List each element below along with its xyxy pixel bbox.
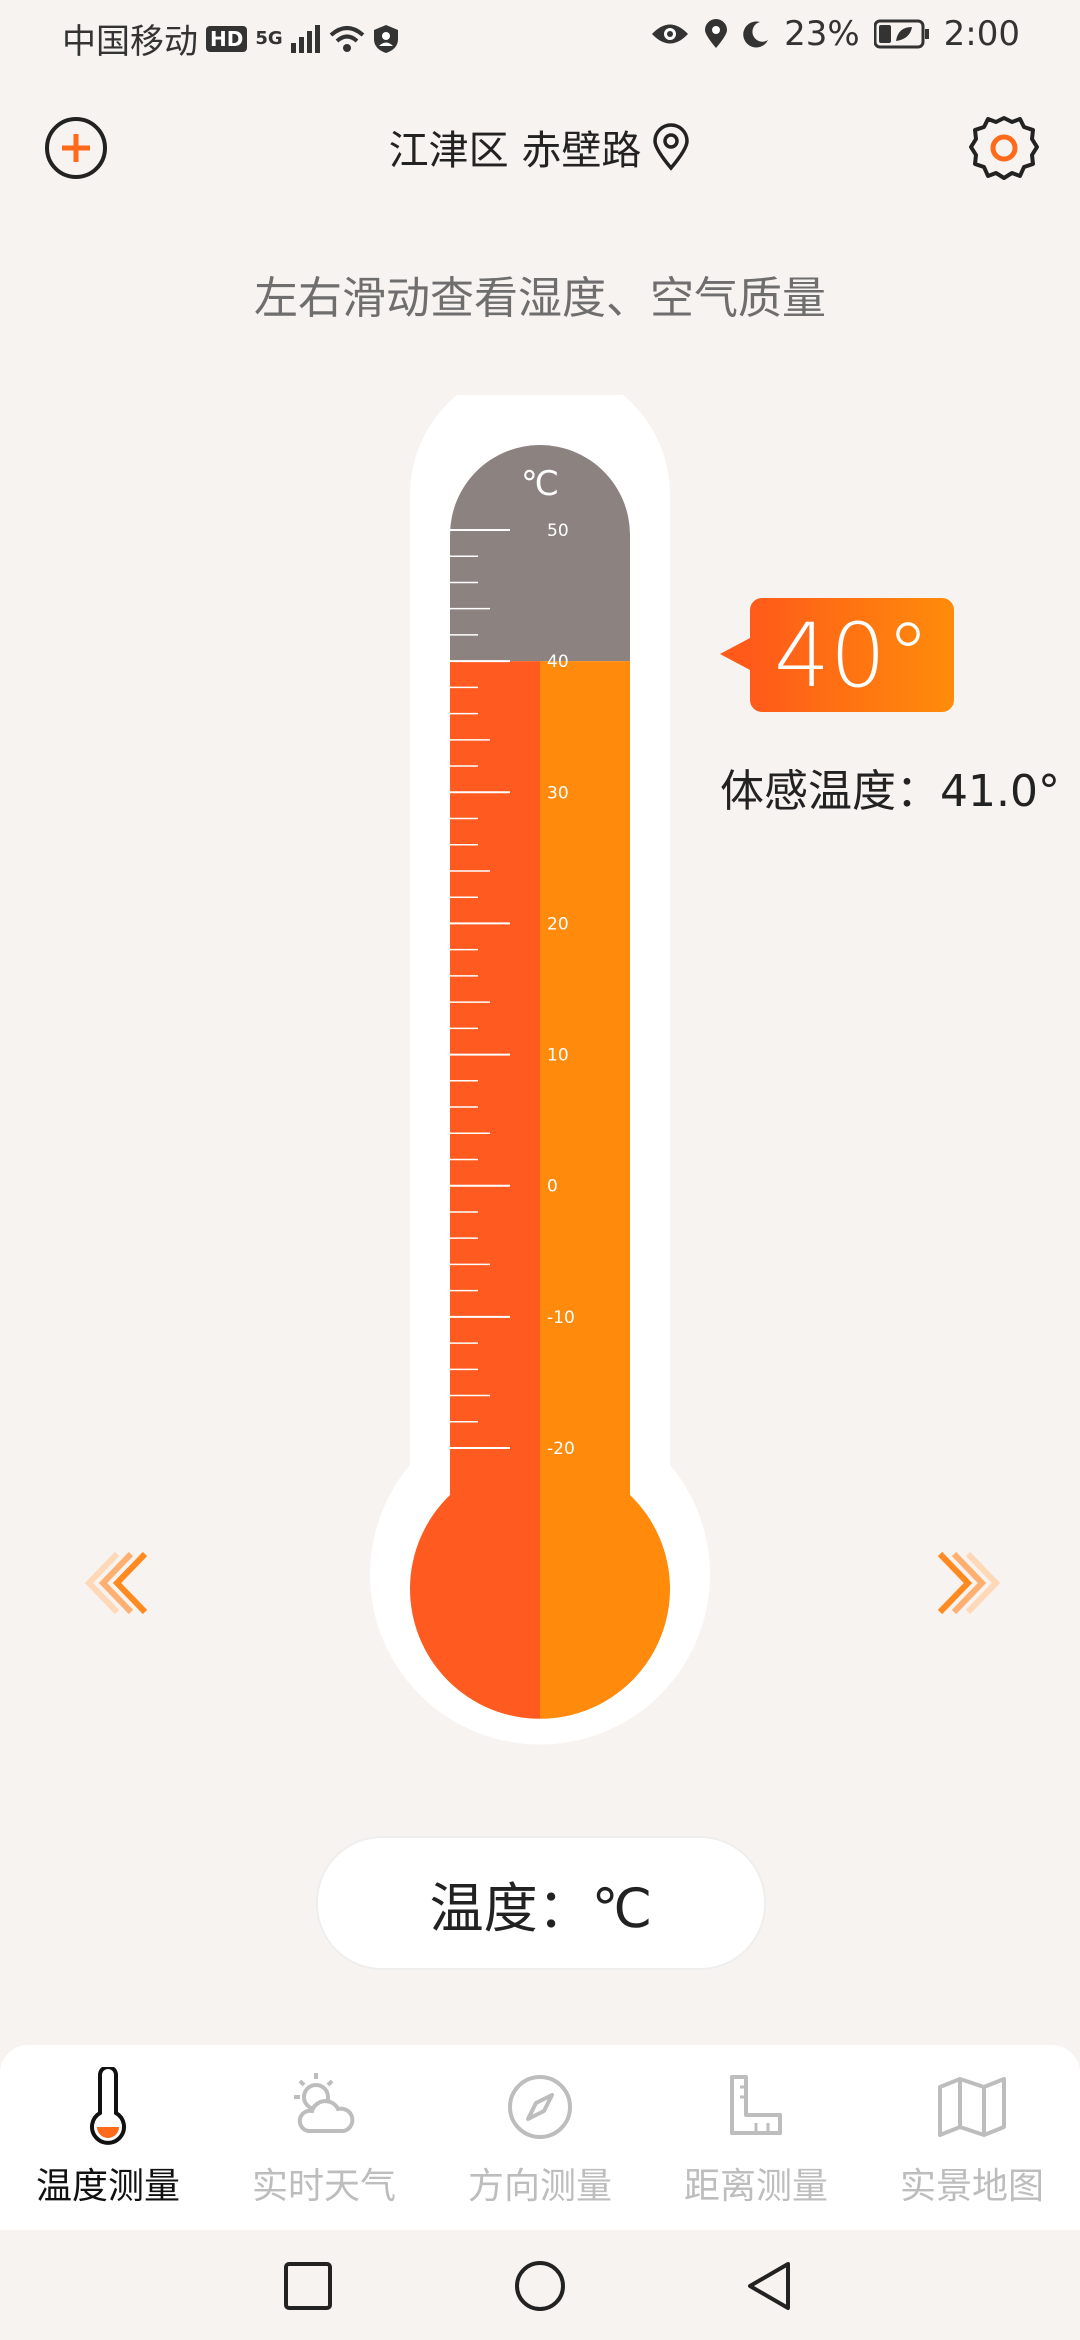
location-status-icon: [705, 19, 728, 48]
system-navigation-bar: [0, 2230, 1080, 2340]
nav-label-map: 实景地图: [899, 2166, 1044, 2207]
thermometer-unit: ℃: [521, 464, 559, 504]
signal-icon: [290, 24, 320, 53]
temperature-badge: 40°: [720, 598, 954, 712]
temperature-value: 40°: [774, 603, 930, 707]
bottom-navigation: 温度测量 实时天气 方向测量 距离测量 实景地图: [0, 2045, 1080, 2230]
status-right: 23% 2:00: [650, 14, 1020, 54]
nav-label-distance: 距离测量: [683, 2166, 828, 2207]
ruler-icon: [730, 2075, 782, 2135]
tick-label: 30: [547, 783, 569, 803]
unit-selector-button[interactable]: 温度：℃: [316, 1836, 766, 1970]
thermometer-gauge[interactable]: 50 40 30 20 10 0 -10 -20 ℃: [360, 395, 720, 1765]
tick-label: 50: [547, 521, 569, 541]
nav-item-weather[interactable]: 实时天气: [216, 2045, 432, 2230]
map-icon: [938, 2077, 1006, 2137]
thermometer-icon: [90, 2067, 126, 2145]
battery-icon: [873, 19, 929, 49]
tick-label: 40: [547, 652, 569, 672]
hd-badge: HD: [206, 25, 248, 52]
tick-label: 10: [547, 1046, 569, 1066]
location-pin-icon: [653, 123, 690, 171]
location-name: 江津区 赤壁路: [388, 128, 642, 174]
compass-icon: [508, 2075, 572, 2139]
tick-label: -20: [547, 1439, 575, 1459]
swipe-hint: 左右滑动查看湿度、空气质量: [254, 273, 826, 324]
recent-apps-icon[interactable]: [280, 2258, 336, 2314]
carrier-name: 中国移动: [62, 22, 198, 62]
home-icon[interactable]: [512, 2258, 568, 2314]
tick-label: -10: [547, 1308, 575, 1328]
tick-label: 20: [547, 914, 569, 934]
nav-item-temperature[interactable]: 温度测量: [0, 2045, 216, 2230]
back-icon[interactable]: [742, 2258, 798, 2314]
next-page-button[interactable]: [930, 1548, 1020, 1618]
nav-label-weather: 实时天气: [251, 2166, 396, 2207]
eye-icon: [652, 24, 689, 44]
clock-time: 2:00: [943, 14, 1020, 54]
double-chevron-left-icon: [84, 1551, 148, 1615]
location-selector[interactable]: 江津区 赤壁路: [0, 118, 1080, 176]
wifi-icon: [329, 25, 364, 52]
moon-icon: [743, 21, 769, 48]
nav-item-map[interactable]: 实景地图: [864, 2045, 1080, 2230]
shield-user-icon: [373, 24, 398, 53]
battery-percent: 23%: [784, 14, 860, 54]
gear-icon: [969, 116, 1039, 180]
nav-item-compass[interactable]: 方向测量: [432, 2045, 648, 2230]
previous-page-button[interactable]: [65, 1548, 155, 1618]
status-bar: 中国移动 HD 5G 23% 2:00: [0, 0, 1080, 80]
status-left: 中国移动 HD 5G: [62, 14, 399, 63]
network-type: 5G: [255, 28, 283, 49]
tick-label: 0: [547, 1177, 558, 1197]
unit-label: 温度：℃: [429, 1876, 653, 1940]
nav-label-temperature: 温度测量: [35, 2166, 180, 2207]
settings-button[interactable]: [966, 110, 1042, 186]
weather-icon: [294, 2073, 355, 2133]
nav-item-distance[interactable]: 距离测量: [648, 2045, 864, 2230]
nav-label-compass: 方向测量: [467, 2166, 612, 2207]
double-chevron-right-icon: [937, 1551, 1001, 1615]
feels-like-text: 体感温度：41.0°: [720, 766, 1060, 817]
